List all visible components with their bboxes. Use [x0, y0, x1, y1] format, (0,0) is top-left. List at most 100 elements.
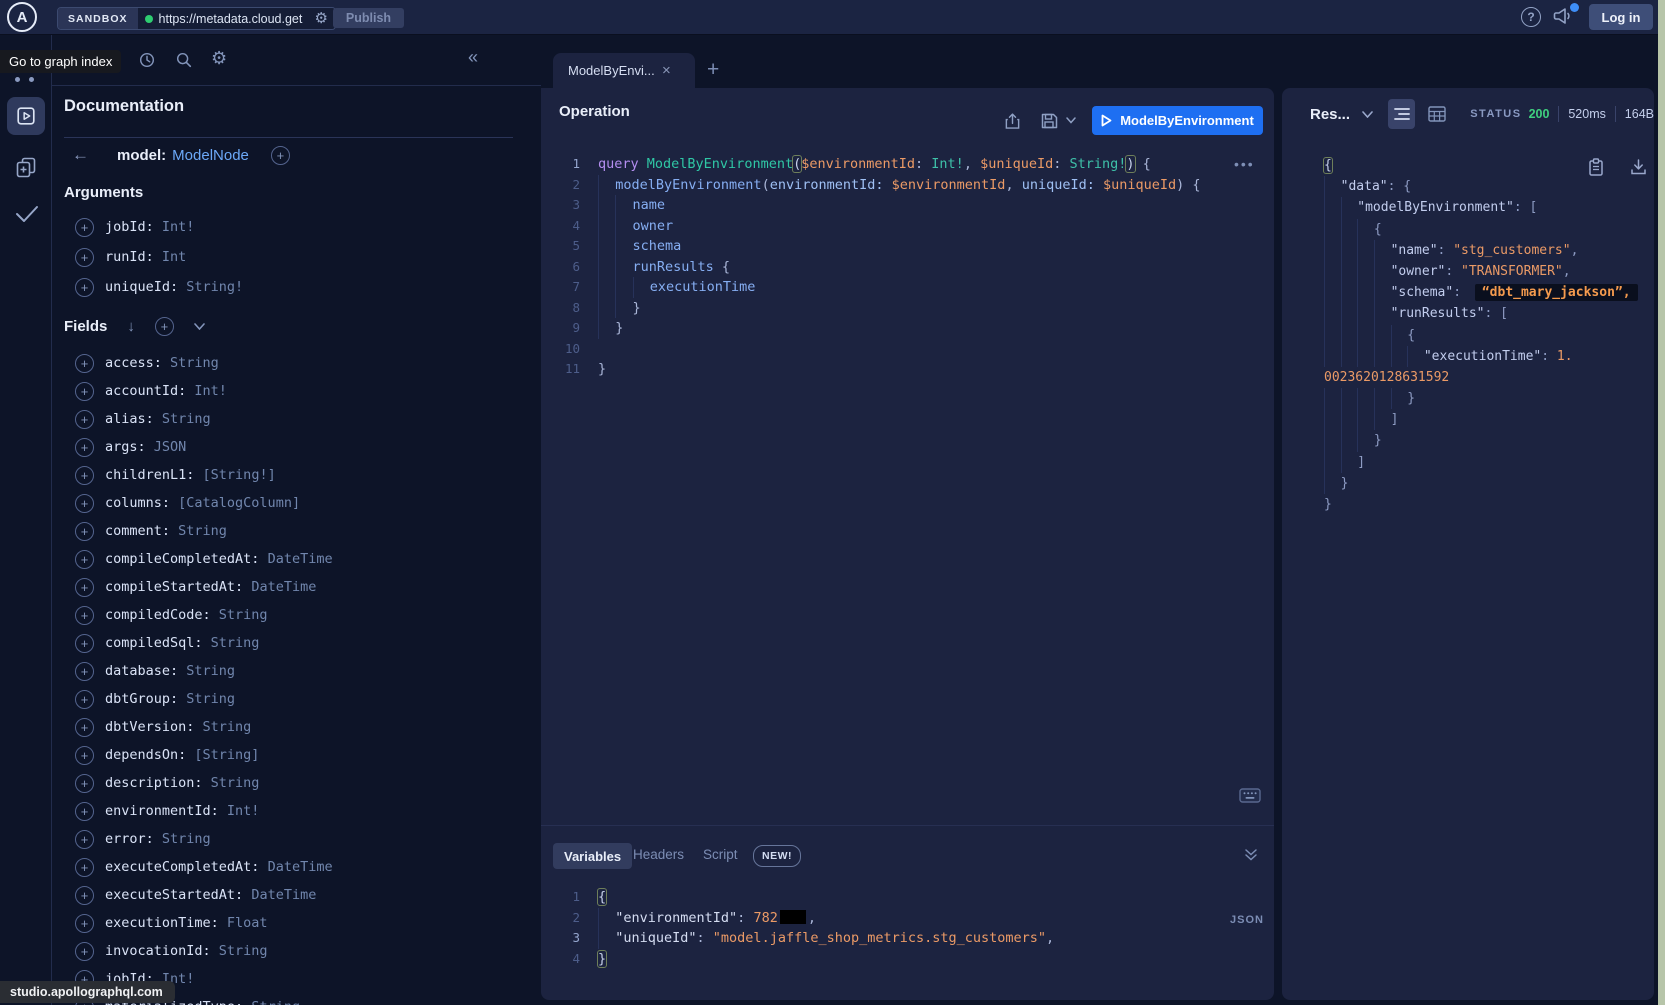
add-to-query-icon[interactable]: + [75, 550, 94, 569]
field-type[interactable]: DateTime [268, 551, 333, 567]
field-row[interactable]: +alias: String [52, 405, 541, 433]
search-icon[interactable] [175, 51, 193, 69]
add-to-query-icon[interactable]: + [75, 218, 94, 237]
field-type[interactable]: String [162, 831, 211, 847]
field-row[interactable]: +database: String [52, 657, 541, 685]
add-to-query-icon[interactable]: + [75, 662, 94, 681]
code-line[interactable]: 3name [541, 195, 1274, 216]
endpoint-url[interactable]: https://metadata.cloud.get [159, 12, 309, 26]
endpoint-url-field[interactable]: https://metadata.cloud.get ⚙ [138, 8, 335, 29]
add-to-query-icon[interactable]: + [75, 438, 94, 457]
code-line[interactable]: "runResults": [ [1324, 303, 1654, 324]
field-row[interactable]: +dependsOn: [String] [52, 741, 541, 769]
tab-script[interactable]: Script [703, 847, 738, 862]
add-to-query-icon[interactable]: + [75, 746, 94, 765]
field-type[interactable]: Int! [162, 219, 195, 235]
sort-fields-icon[interactable]: ↓ [127, 318, 135, 335]
code-line[interactable]: 2"environmentId": 782, [541, 908, 1274, 929]
argument-row[interactable]: +jobId: Int! [52, 212, 541, 242]
table-view-toggle[interactable] [1428, 106, 1446, 122]
field-type[interactable]: [String!] [203, 467, 276, 483]
add-to-query-icon[interactable]: + [75, 606, 94, 625]
code-line[interactable]: } [1324, 473, 1654, 494]
field-row[interactable]: +description: String [52, 769, 541, 797]
code-line[interactable]: "name": "stg_customers", [1324, 240, 1654, 261]
apollo-logo[interactable]: A [7, 2, 37, 32]
field-type[interactable]: DateTime [251, 579, 316, 595]
response-menu-chevron-icon[interactable] [1362, 111, 1373, 118]
field-row[interactable]: +error: String [52, 825, 541, 853]
collapse-panel-icon[interactable]: « [468, 47, 478, 68]
field-type[interactable]: Int! [194, 383, 227, 399]
add-to-query-icon[interactable]: + [75, 690, 94, 709]
add-to-query-icon[interactable]: + [75, 578, 94, 597]
code-line[interactable]: "modelByEnvironment": [ [1324, 197, 1654, 218]
field-type[interactable]: String [178, 523, 227, 539]
field-type[interactable]: String [219, 943, 268, 959]
code-line[interactable]: 11} [541, 359, 1274, 380]
code-line[interactable]: 10 [541, 339, 1274, 360]
field-row[interactable]: +executeCompletedAt: DateTime [52, 853, 541, 881]
add-to-query-icon[interactable]: + [75, 634, 94, 653]
code-line[interactable]: { [1324, 155, 1654, 176]
add-to-query-icon[interactable]: + [75, 278, 94, 297]
code-line[interactable]: 9} [541, 318, 1274, 339]
field-row[interactable]: +invocationId: String [52, 937, 541, 965]
add-to-query-icon[interactable]: + [75, 466, 94, 485]
code-line[interactable]: 1query ModelByEnvironment($environmentId… [541, 154, 1274, 175]
field-row[interactable]: +compileCompletedAt: DateTime [52, 545, 541, 573]
add-to-query-icon[interactable]: + [75, 802, 94, 821]
code-line[interactable]: 2modelByEnvironment(environmentId: $envi… [541, 175, 1274, 196]
code-line[interactable]: } [1324, 494, 1654, 515]
collapse-variables-icon[interactable] [1244, 848, 1258, 862]
code-line[interactable]: { [1324, 325, 1654, 346]
tab-variables[interactable]: Variables [553, 843, 632, 869]
chevron-down-icon[interactable] [194, 323, 205, 330]
add-to-query-icon[interactable]: + [75, 354, 94, 373]
add-to-query-icon[interactable]: + [75, 914, 94, 933]
announcements-button[interactable] [1552, 5, 1578, 29]
tab-headers[interactable]: Headers [633, 847, 684, 862]
response-title[interactable]: Res... [1310, 106, 1350, 123]
field-type[interactable]: String [186, 663, 235, 679]
nav-explorer-button[interactable] [7, 97, 45, 135]
code-line[interactable]: 6runResults { [541, 257, 1274, 278]
code-line[interactable]: ] [1324, 409, 1654, 430]
code-line[interactable]: ] [1324, 452, 1654, 473]
field-row[interactable]: +compileStartedAt: DateTime [52, 573, 541, 601]
keyboard-shortcuts-icon[interactable] [1239, 788, 1261, 803]
add-to-query-icon[interactable]: + [75, 522, 94, 541]
code-line[interactable]: "executionTime": 1. [1324, 346, 1654, 367]
publish-button[interactable]: Publish [333, 8, 404, 28]
response-json-viewer[interactable]: {"data": {"modelByEnvironment": [{"name"… [1282, 155, 1654, 515]
history-icon[interactable] [138, 51, 156, 69]
tree-view-toggle[interactable] [1388, 99, 1415, 129]
field-row[interactable]: +compiledCode: String [52, 601, 541, 629]
code-line[interactable]: 7executionTime [541, 277, 1274, 298]
field-row[interactable]: +accountId: Int! [52, 377, 541, 405]
field-type[interactable]: String [211, 775, 260, 791]
endpoint-settings-gear-icon[interactable]: ⚙ [315, 11, 328, 26]
nav-schema-button[interactable] [14, 155, 38, 179]
add-to-query-icon[interactable]: + [75, 886, 94, 905]
variables-editor[interactable]: 1{2"environmentId": 782,3"uniqueId": "mo… [541, 887, 1274, 970]
share-operation-button[interactable] [1004, 112, 1021, 130]
add-all-fields-icon[interactable]: + [271, 146, 290, 165]
save-operation-button[interactable] [1040, 112, 1059, 130]
field-type[interactable]: String [251, 999, 300, 1005]
field-row[interactable]: +compiledSql: String [52, 629, 541, 657]
field-row[interactable]: +executionTime: Float [52, 909, 541, 937]
add-to-query-icon[interactable]: + [75, 830, 94, 849]
argument-row[interactable]: +uniqueId: String! [52, 272, 541, 302]
code-line[interactable]: 4} [541, 949, 1274, 970]
code-line[interactable]: 3"uniqueId": "model.jaffle_shop_metrics.… [541, 928, 1274, 949]
field-type[interactable]: DateTime [251, 887, 316, 903]
editor-more-menu[interactable]: ••• [1234, 156, 1255, 172]
field-type[interactable]: Float [227, 915, 268, 931]
field-type[interactable]: [String] [194, 747, 259, 763]
add-to-query-icon[interactable]: + [75, 718, 94, 737]
field-row[interactable]: +executeStartedAt: DateTime [52, 881, 541, 909]
add-to-query-icon[interactable]: + [75, 382, 94, 401]
field-type[interactable]: String [170, 355, 219, 371]
field-type[interactable]: Int! [227, 803, 260, 819]
